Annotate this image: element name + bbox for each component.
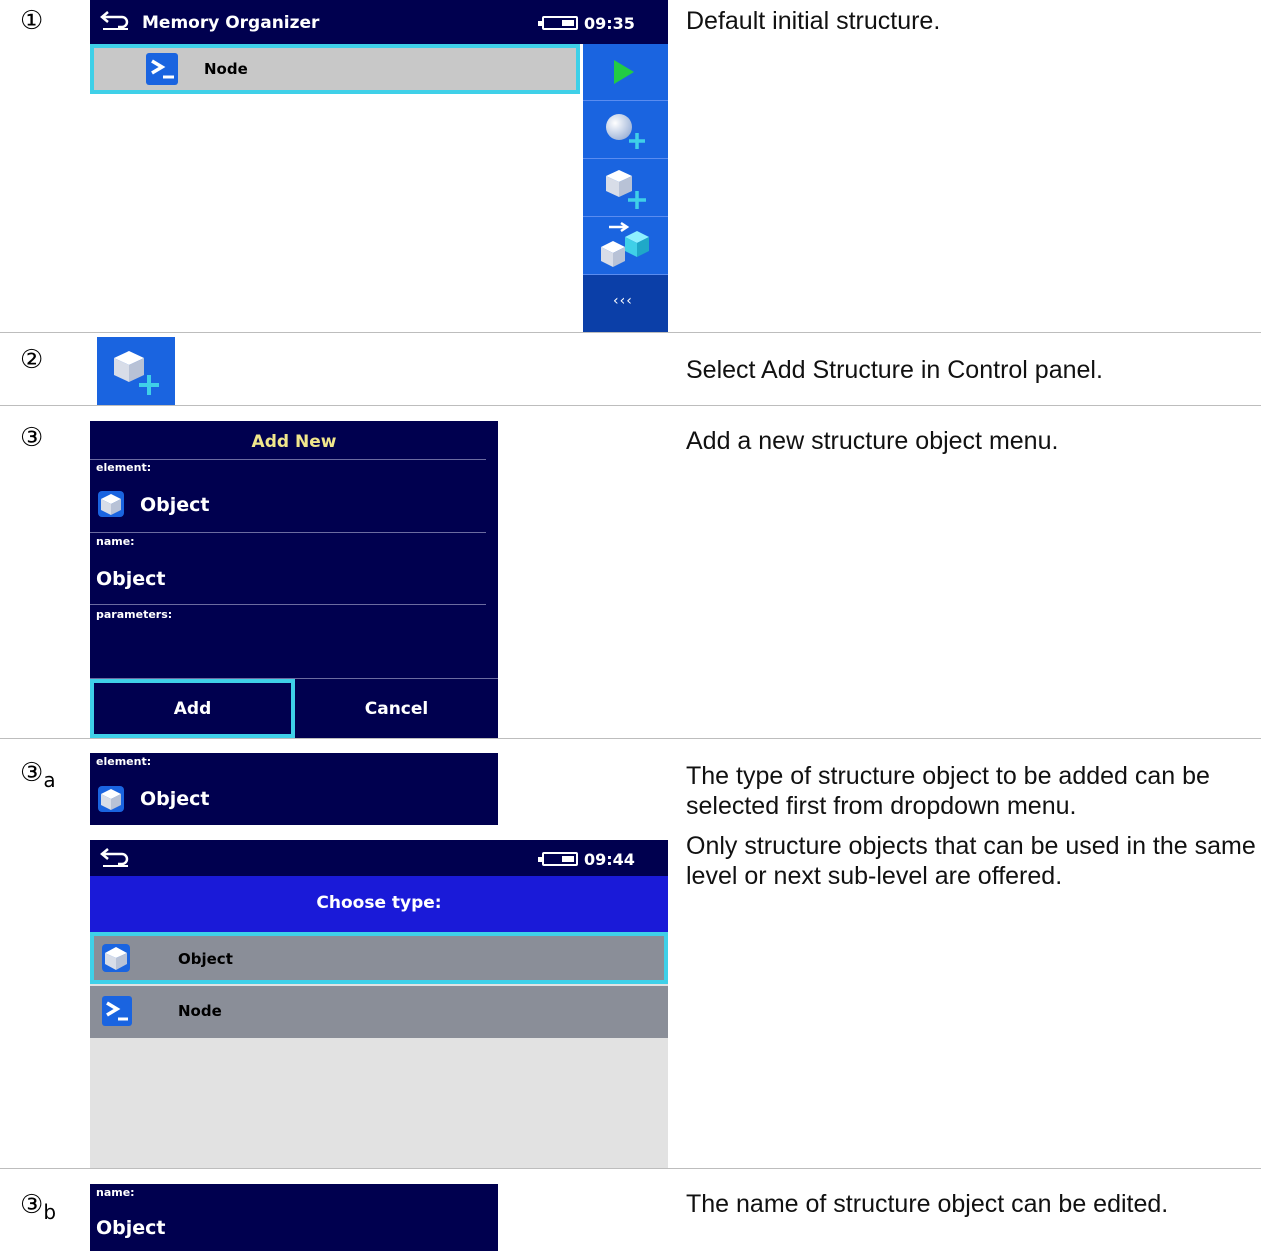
step-3a-description-1: The type of structure object to be added… <box>686 762 1210 820</box>
divider-2 <box>0 405 1261 406</box>
step-3-number: ③ <box>20 423 44 453</box>
title-bar: Memory Organizer 09:35 <box>90 0 668 44</box>
add-button[interactable]: Add <box>90 679 295 738</box>
step-1-number: ① <box>20 6 44 36</box>
step-3b-description: The name of structure object can be edit… <box>686 1190 1169 1218</box>
memory-organizer-screen: Memory Organizer 09:35 Node ‹‹‹ <box>90 0 668 332</box>
choose-type-title: Choose type: <box>316 893 442 913</box>
step-2-description: Select Add Structure in Control panel. <box>686 356 1103 384</box>
add-structure-icon-sample <box>97 337 175 405</box>
divider-4 <box>0 1168 1261 1169</box>
name-value: Object <box>96 1217 166 1239</box>
option-label: Object <box>178 950 233 968</box>
screen-title: Memory Organizer <box>142 13 320 33</box>
parameters-label: parameters: <box>96 608 173 621</box>
element-label: element: <box>96 755 152 768</box>
add-button-label: Add <box>173 699 212 719</box>
dialog-title: Add New <box>251 432 337 452</box>
node-label: Node <box>204 60 248 78</box>
cancel-button[interactable]: Cancel <box>295 679 498 738</box>
add-cube-icon <box>606 170 646 209</box>
add-measurement-button[interactable] <box>583 101 668 159</box>
clock-time: 09:35 <box>584 14 635 33</box>
more-label: ‹‹‹ <box>613 293 633 309</box>
separator <box>90 532 486 533</box>
node-terminal-icon <box>102 996 132 1026</box>
option-label: Node <box>178 1002 222 1020</box>
clock-time: 09:44 <box>584 850 635 869</box>
element-value: Object <box>140 494 210 516</box>
step-3a-sub: a <box>43 768 56 792</box>
name-label: name: <box>96 535 135 548</box>
step-3-description: Add a new structure object menu. <box>686 427 1059 455</box>
cube-icon <box>98 491 124 517</box>
add-new-dialog: Add New element: Object name: Object par… <box>90 421 498 738</box>
step-3a-description-2: Only structure objects that can be used … <box>686 832 1256 890</box>
divider-1 <box>0 332 1261 333</box>
name-value[interactable]: Object <box>96 568 166 590</box>
step-2-number: ② <box>20 345 44 375</box>
step-3b-circle: ③ <box>20 1190 44 1220</box>
move-structure-button[interactable] <box>583 217 668 275</box>
battery-icon <box>538 852 578 866</box>
add-structure-button[interactable] <box>583 159 668 217</box>
step-3a-description: The type of structure object to be added… <box>686 761 1256 901</box>
add-cube-icon <box>114 351 159 395</box>
element-label: element: <box>96 461 152 474</box>
name-label: name: <box>96 1186 135 1199</box>
add-sphere-icon <box>606 114 645 149</box>
choose-type-screen: 09:44 Choose type: Object Node <box>90 840 668 1168</box>
step-3b-number: ③b <box>20 1190 56 1224</box>
node-row[interactable]: Node <box>90 44 580 94</box>
option-object[interactable]: Object <box>90 932 668 984</box>
step-3a-number: ③a <box>20 758 56 792</box>
step-3a-circle: ③ <box>20 758 44 788</box>
battery-icon <box>538 16 578 30</box>
name-field-sample[interactable]: name: Object <box>90 1184 498 1251</box>
title-bar: 09:44 <box>90 840 668 876</box>
element-value: Object <box>140 788 210 810</box>
step-1-description: Default initial structure. <box>686 7 941 35</box>
divider-3 <box>0 738 1261 739</box>
option-node[interactable]: Node <box>90 986 668 1038</box>
cube-icon <box>102 944 130 972</box>
cancel-button-label: Cancel <box>364 699 429 719</box>
play-icon <box>614 60 634 84</box>
control-panel: ‹‹‹ <box>583 44 668 332</box>
cube-icon <box>98 786 124 812</box>
separator <box>90 604 486 605</box>
back-arrow-icon[interactable] <box>100 8 130 30</box>
element-field-sample[interactable]: element: Object <box>90 753 498 825</box>
run-button[interactable] <box>583 44 668 101</box>
move-cubes-icon <box>601 221 649 267</box>
back-arrow-icon[interactable] <box>100 845 130 867</box>
choose-type-header: Choose type: <box>90 876 668 932</box>
element-selector[interactable]: Object <box>90 475 486 531</box>
node-terminal-icon <box>146 53 178 85</box>
separator <box>90 459 486 460</box>
more-options-button[interactable]: ‹‹‹ <box>583 275 668 332</box>
step-3b-sub: b <box>43 1200 57 1224</box>
